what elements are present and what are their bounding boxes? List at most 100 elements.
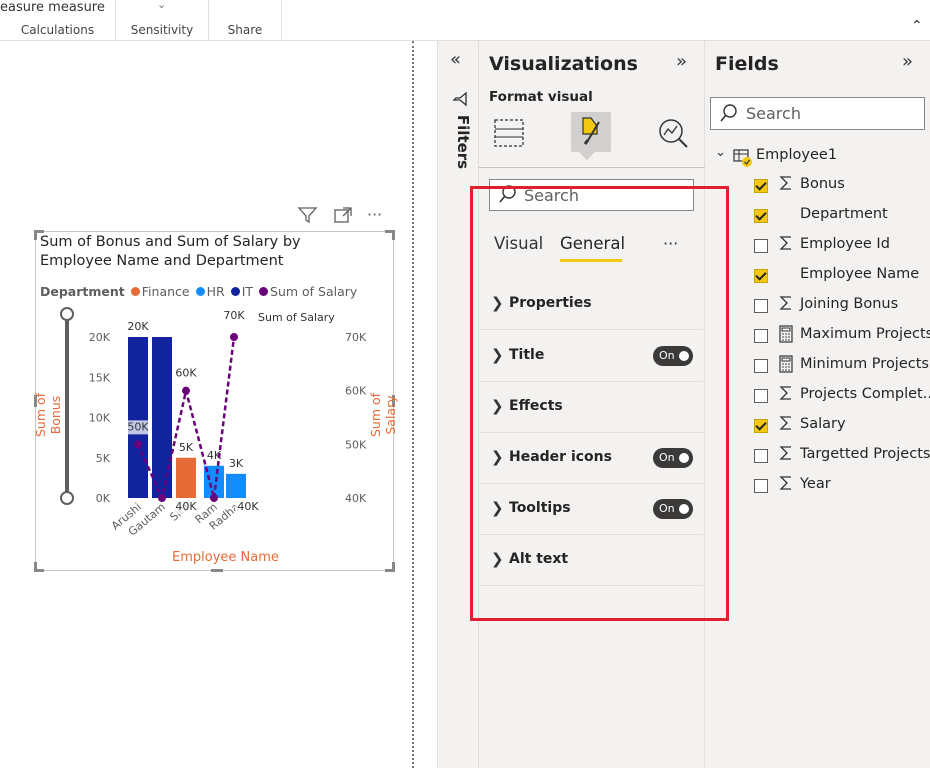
- field-item-bonus[interactable]: Bonus: [705, 171, 930, 201]
- field-item-joining-bonus[interactable]: Joining Bonus: [705, 291, 930, 321]
- y-tick-label: 5K: [96, 452, 111, 465]
- filters-label: Filters: [454, 114, 472, 170]
- build-visual-icon[interactable]: [493, 117, 525, 149]
- search-placeholder: Search: [524, 186, 579, 205]
- more-options-icon[interactable]: ···: [367, 205, 382, 224]
- section-properties[interactable]: ❯ Properties: [479, 279, 703, 330]
- toggle-knob: [679, 504, 689, 514]
- field-checkbox[interactable]: [754, 269, 768, 283]
- fields-search-input[interactable]: Search: [710, 97, 925, 130]
- tab-visual[interactable]: Visual: [494, 234, 543, 253]
- search-icon: [498, 184, 516, 208]
- tooltips-toggle[interactable]: On: [653, 499, 693, 519]
- calculator-icon: [777, 325, 795, 347]
- field-name: Salary: [800, 416, 846, 432]
- field-item-targetted-projects[interactable]: Targetted Projects: [705, 441, 930, 471]
- chevron-right-icon: ❯: [491, 346, 504, 364]
- chevron-down-icon[interactable]: ⌄: [715, 145, 726, 160]
- collapse-visualizations-icon[interactable]: »: [676, 51, 687, 72]
- field-item-salary[interactable]: Salary: [705, 411, 930, 441]
- field-item-employee-name[interactable]: Employee Name: [705, 261, 930, 291]
- field-checkbox[interactable]: [754, 449, 768, 463]
- field-checkbox[interactable]: [754, 479, 768, 493]
- toggle-label: On: [659, 502, 675, 515]
- format-visual-icon[interactable]: [571, 112, 611, 152]
- salary-point-arushi: [134, 440, 142, 449]
- sigma-icon: [777, 235, 795, 255]
- field-item-projects-complet[interactable]: Projects Complet...: [705, 381, 930, 411]
- section-label: Alt text: [509, 551, 569, 567]
- field-name: Department: [800, 206, 888, 222]
- ribbon-group-label: Share: [227, 23, 263, 37]
- table-icon: [733, 148, 752, 167]
- search-placeholder: Search: [746, 104, 801, 123]
- section-tooltips[interactable]: ❯ Tooltips On: [479, 484, 703, 535]
- field-checkbox[interactable]: [754, 359, 768, 373]
- header-icons-toggle[interactable]: On: [653, 448, 693, 468]
- y-tick-label: 15K: [89, 371, 111, 384]
- combo-chart-visual[interactable]: Sum of Bonus and Sum of Salary by Employ…: [33, 230, 398, 572]
- filter-icon[interactable]: [297, 205, 319, 225]
- section-header-icons[interactable]: ❯ Header icons On: [479, 433, 703, 484]
- expand-filters-icon[interactable]: «: [450, 49, 461, 70]
- field-checkbox[interactable]: [754, 299, 768, 313]
- bar-data-label: 3K: [229, 457, 244, 470]
- ribbon-group-share: Share: [209, 0, 282, 40]
- format-search-input[interactable]: Search: [489, 179, 694, 211]
- salary-point-sita: [182, 386, 190, 395]
- chevron-right-icon: ❯: [491, 550, 504, 568]
- toggle-label: On: [659, 349, 675, 362]
- title-toggle[interactable]: On: [653, 346, 693, 366]
- chart-plot: 0K5K10K15K20K40K50K60K70K20K5K4K3KArushi…: [89, 309, 367, 539]
- field-item-department[interactable]: Department: [705, 201, 930, 231]
- field-checkbox[interactable]: [754, 389, 768, 403]
- section-label: Effects: [509, 398, 563, 414]
- section-label: Tooltips: [509, 500, 571, 516]
- y-tick-label: 20K: [89, 331, 111, 344]
- field-name: Bonus: [800, 176, 845, 192]
- sigma-icon: [777, 475, 795, 495]
- field-name: Maximum Projects: [800, 326, 930, 342]
- field-item-employee-id[interactable]: Employee Id: [705, 231, 930, 261]
- fields-title: Fields: [715, 53, 779, 75]
- field-checkbox[interactable]: [754, 419, 768, 433]
- field-checkbox[interactable]: [754, 179, 768, 193]
- search-icon: [719, 103, 737, 127]
- sigma-icon: [777, 385, 795, 405]
- field-checkbox[interactable]: [754, 329, 768, 343]
- section-title[interactable]: ❯ Title On: [479, 331, 703, 382]
- more-tabs-icon[interactable]: ···: [663, 234, 678, 253]
- field-checkbox[interactable]: [754, 239, 768, 253]
- sigma-icon: [777, 175, 795, 195]
- collapse-fields-icon[interactable]: »: [902, 51, 913, 72]
- chevron-down-icon[interactable]: ⌄: [157, 0, 166, 11]
- field-name: Targetted Projects: [800, 446, 930, 462]
- y2-tick-label: 40K: [345, 492, 367, 505]
- collapse-ribbon-icon[interactable]: ⌃: [911, 18, 923, 34]
- toggle-label: On: [659, 451, 675, 464]
- tab-general[interactable]: General: [560, 234, 625, 253]
- section-effects[interactable]: ❯ Effects: [479, 382, 703, 433]
- y-tick-label: 10K: [89, 412, 111, 425]
- table-name[interactable]: Employee1: [756, 147, 837, 163]
- field-item-minimum-projects[interactable]: Minimum Projects: [705, 351, 930, 381]
- analytics-icon[interactable]: [657, 117, 689, 149]
- toggle-knob: [679, 351, 689, 361]
- section-alt-text[interactable]: ❯ Alt text: [479, 535, 703, 586]
- y2-tick-label: 50K: [345, 438, 367, 451]
- field-name: Projects Complet...: [800, 386, 930, 402]
- section-label: Properties: [509, 295, 592, 311]
- ribbon-group-sensitivity[interactable]: ⌄ Sensitivity: [116, 0, 209, 40]
- line-data-label: 40K: [237, 500, 259, 513]
- focus-mode-icon[interactable]: [332, 205, 354, 225]
- y2-tick-label: 70K: [345, 331, 367, 344]
- field-name: Employee Id: [800, 236, 890, 252]
- bar-it-arushi: [128, 337, 148, 498]
- field-checkbox[interactable]: [754, 209, 768, 223]
- field-name: Joining Bonus: [800, 296, 899, 312]
- field-item-year[interactable]: Year: [705, 471, 930, 501]
- visualizations-pane: Visualizations » Format visual Search Vi…: [479, 41, 705, 768]
- filters-pane[interactable]: « Filters: [437, 41, 479, 768]
- field-item-maximum-projects[interactable]: Maximum Projects: [705, 321, 930, 351]
- bar-it-gautam: [152, 337, 172, 498]
